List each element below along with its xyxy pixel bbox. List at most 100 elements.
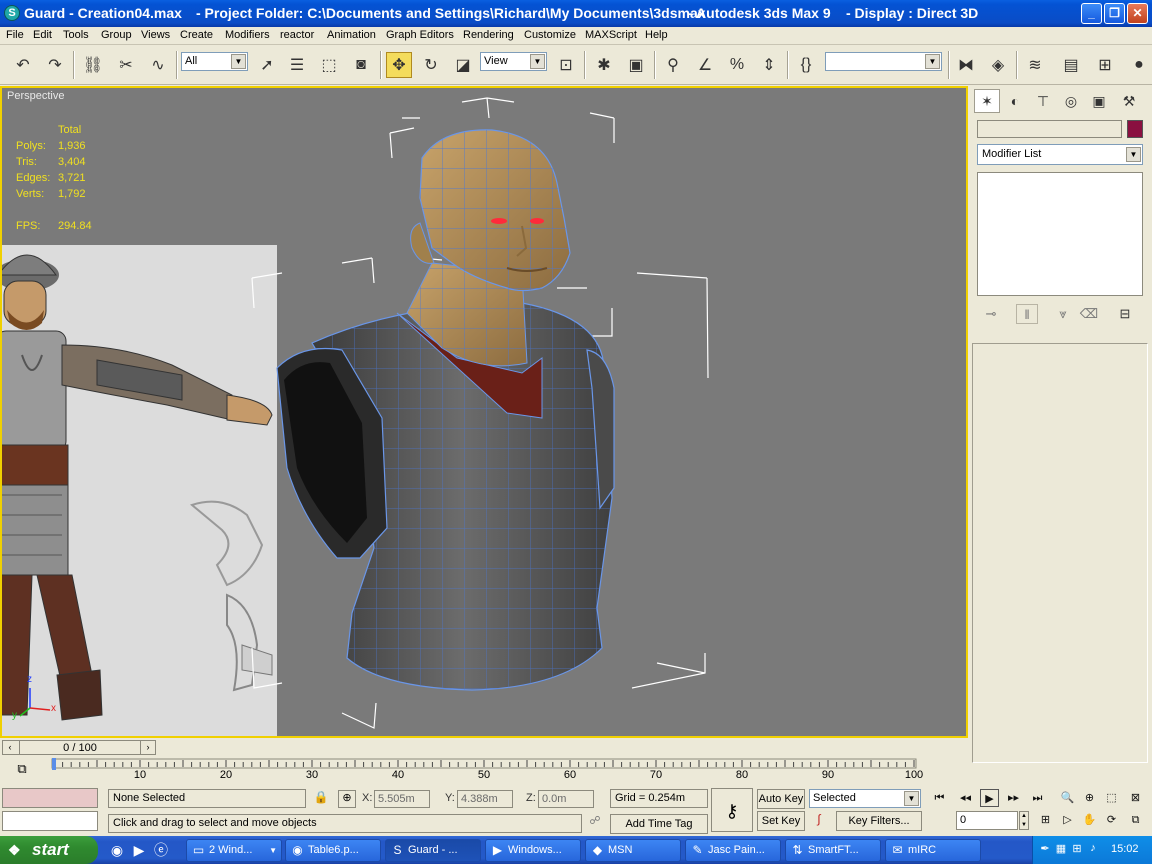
keyboard-shortcut-override-icon[interactable]: ▣ [623, 52, 649, 78]
chevron-left-icon[interactable]: ‹ [3, 741, 17, 754]
menu-file[interactable]: File [6, 29, 24, 41]
tray-volume-icon[interactable]: ♪ [1087, 842, 1099, 854]
tray-network-icon[interactable]: ⊞ [1071, 842, 1083, 855]
reference-coordinate-dropdown[interactable]: View ▼ [480, 52, 547, 71]
play-icon[interactable]: ▶ [980, 789, 999, 807]
menu-animation[interactable]: Animation [327, 29, 376, 41]
current-frame-marker[interactable] [52, 758, 56, 770]
snap-toggle-icon[interactable]: ⚲ [660, 52, 686, 78]
pin-stack-icon[interactable]: ⊸ [980, 304, 1002, 324]
curve-editor-icon[interactable]: ▤ [1058, 52, 1084, 78]
modify-tab-icon[interactable]: ◐ [1002, 89, 1028, 113]
frame-spinner[interactable]: ▲ ▼ [1019, 811, 1029, 830]
task-3dsmax[interactable]: S Guard - ... [385, 839, 481, 862]
chevron-right-icon[interactable]: › [141, 741, 155, 754]
field-of-view-icon[interactable]: ▷ [1058, 811, 1077, 829]
3dsmax-app-icon[interactable]: S [4, 5, 20, 21]
motion-tab-icon[interactable]: ◎ [1058, 89, 1084, 113]
y-coord-field[interactable]: 4.388m [457, 790, 513, 808]
select-and-scale-icon[interactable]: ◪ [450, 52, 476, 78]
percent-snap-icon[interactable]: % [724, 52, 750, 78]
menu-customize[interactable]: Customize [524, 29, 576, 41]
add-time-tag-button[interactable]: Add Time Tag [610, 814, 708, 834]
zoom-extents-icon[interactable]: ⬚ [1102, 789, 1121, 807]
object-color-swatch[interactable] [1127, 120, 1143, 138]
selection-filter-dropdown[interactable]: All ▼ [181, 52, 248, 71]
utilities-tab-icon[interactable]: ⚒ [1116, 89, 1142, 113]
key-mode-dropdown[interactable]: Selected ▼ [809, 789, 921, 808]
schematic-view-icon[interactable]: ⊞ [1092, 52, 1118, 78]
maxscript-input-mini[interactable] [2, 811, 98, 831]
object-name-field[interactable] [977, 120, 1122, 138]
bind-space-warp-icon[interactable]: ∿ [145, 52, 171, 78]
named-selection-dropdown[interactable]: ▼ [825, 52, 942, 71]
menu-group[interactable]: Group [101, 29, 132, 41]
menu-views[interactable]: Views [141, 29, 170, 41]
task-smartftp[interactable]: ⇅ SmartFT... [785, 839, 881, 862]
task-jasc-paint[interactable]: ✎ Jasc Pain... [685, 839, 781, 862]
title-bar[interactable]: S Guard - Creation04.max - Project Folde… [0, 0, 1152, 27]
default-tangent-icon[interactable]: ∫ [808, 812, 830, 831]
zoom-icon[interactable]: 🔍 [1058, 789, 1077, 807]
menu-create[interactable]: Create [180, 29, 213, 41]
show-end-result-icon[interactable]: ‖ [1016, 304, 1038, 324]
select-manipulate-icon[interactable]: ✱ [591, 52, 617, 78]
current-frame-field[interactable]: 0 [956, 811, 1018, 830]
arc-rotate-icon[interactable]: ⟳ [1102, 811, 1121, 829]
task-mirc[interactable]: ✉ mIRC [885, 839, 981, 862]
key-filters-button[interactable]: Key Filters... [836, 811, 922, 831]
layer-manager-icon[interactable]: ≋ [1022, 52, 1048, 78]
configure-modifier-sets-icon[interactable]: ⊟ [1114, 304, 1136, 324]
menu-reactor[interactable]: reactor [280, 29, 314, 41]
mirror-icon[interactable]: ⧓ [953, 52, 979, 78]
z-coord-field[interactable]: 0.0m [538, 790, 594, 808]
redo-icon[interactable]: ↷ [42, 52, 68, 78]
time-configuration-icon[interactable]: ⊞ [1036, 811, 1055, 829]
pan-view-icon[interactable]: ✋ [1080, 811, 1099, 829]
pivot-center-icon[interactable]: ⊡ [553, 52, 579, 78]
select-and-rotate-icon[interactable]: ↻ [418, 52, 444, 78]
track-bar[interactable]: ⧉ 10 20 30 40 50 60 70 80 90 100 [0, 757, 968, 785]
unlink-icon[interactable]: ✂ [113, 52, 139, 78]
task-msn[interactable]: ◆ MSN [585, 839, 681, 862]
undo-icon[interactable]: ↶ [10, 52, 36, 78]
minimize-button[interactable]: _ [1081, 3, 1102, 24]
maximize-viewport-icon[interactable]: ⧉ [1126, 811, 1145, 829]
tray-pen-icon[interactable]: ✒ [1039, 842, 1051, 855]
create-tab-icon[interactable]: ✶ [974, 89, 1000, 113]
lock-selection-icon[interactable]: 🔒 [312, 790, 330, 808]
restore-button[interactable]: ❐ [1104, 3, 1125, 24]
material-editor-icon[interactable]: ● [1126, 52, 1152, 78]
go-to-end-icon[interactable]: ⏭ [1028, 789, 1047, 807]
menu-tools[interactable]: Tools [63, 29, 89, 41]
select-link-icon[interactable]: ⛓ [80, 52, 106, 78]
x-coord-field[interactable]: 5.505m [374, 790, 430, 808]
task-windows-media[interactable]: ▶ Windows... [485, 839, 581, 862]
start-button[interactable]: ❖ start [0, 836, 98, 864]
zoom-extents-all-icon[interactable]: ⊠ [1126, 789, 1145, 807]
time-tag-icon[interactable]: ☍ [586, 814, 604, 833]
make-unique-icon[interactable]: ⩔ [1052, 304, 1074, 324]
task-firefox[interactable]: ◉ Table6.p... [285, 839, 381, 862]
close-button[interactable]: ✕ [1127, 3, 1148, 24]
previous-frame-icon[interactable]: ◂◂ [956, 789, 975, 807]
select-and-move-icon[interactable]: ✥ [386, 52, 412, 78]
absolute-mode-icon[interactable]: ⊕ [338, 790, 356, 808]
firefox-quicklaunch-icon[interactable]: ◉ [108, 841, 126, 859]
align-icon[interactable]: ◈ [985, 52, 1011, 78]
window-crossing-icon[interactable]: ◙ [348, 52, 374, 78]
menu-modifiers[interactable]: Modifiers [225, 29, 270, 41]
menu-help[interactable]: Help [645, 29, 668, 41]
modifier-list-dropdown[interactable]: Modifier List ▼ [977, 144, 1143, 165]
menu-graph-editors[interactable]: Graph Editors [386, 29, 454, 41]
menu-maxscript[interactable]: MAXScript [585, 29, 637, 41]
spinner-snap-icon[interactable]: ⇕ [756, 52, 782, 78]
zoom-all-icon[interactable]: ⊕ [1080, 789, 1099, 807]
guard-bust-mesh[interactable] [2, 88, 966, 736]
perspective-viewport[interactable]: Perspective z x y Total Polys: 1,936 Tri… [0, 86, 968, 738]
select-object-icon[interactable]: ➚ [254, 52, 280, 78]
task-windows-explorer[interactable]: ▭ 2 Wind... ▼ [186, 839, 282, 862]
next-frame-icon[interactable]: ▸▸ [1004, 789, 1023, 807]
display-tab-icon[interactable]: ▣ [1086, 89, 1112, 113]
menu-rendering[interactable]: Rendering [463, 29, 514, 41]
